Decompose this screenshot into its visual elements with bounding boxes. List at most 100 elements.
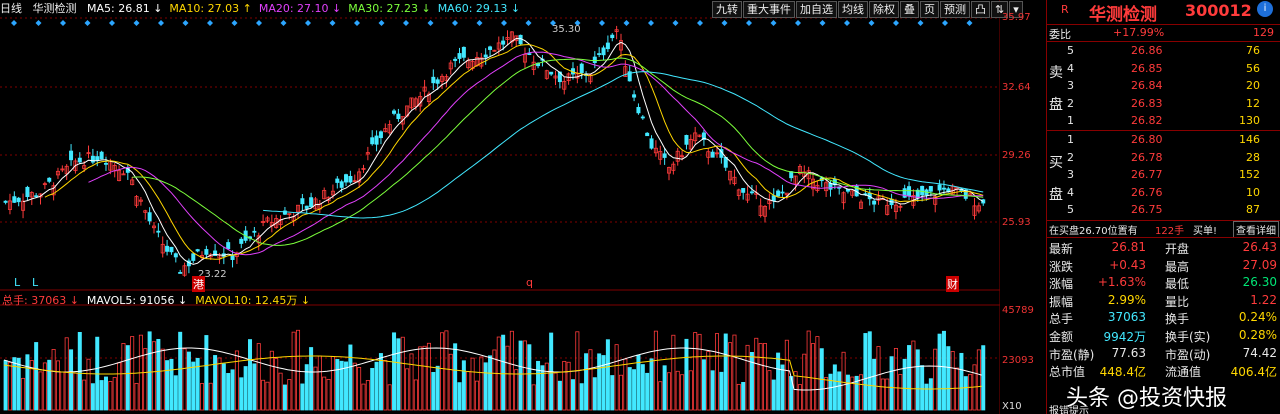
event-marker-icon [354,20,360,26]
volume-bar [313,366,318,411]
ma-legend-item: MA10: 27.03 ↑ [169,2,252,15]
toolbar-button[interactable]: 重大事件 [743,1,795,18]
event-marker-icon [35,20,42,26]
order-volume: 28 [1246,150,1260,164]
volume-header: 总手: 37063 ↓ MAVOL5: 91056 ↓ MAVOL10: 12.45… [2,292,318,308]
ma-legend: MA5: 26.81 ↓ MA10: 27.03 ↑ MA20: 27.10 ↓ MA… [87,0,527,18]
position-action: 买单! [1193,226,1218,237]
stat-value: 448.4亿 [1099,365,1146,380]
volume-bar [125,345,130,411]
order-price[interactable]: 26.80 [1131,133,1163,146]
candle-body [103,162,108,165]
candle-body [941,187,946,190]
toolbar-button[interactable]: 页 [920,1,939,18]
volume-bar [592,377,597,411]
volume-bar [828,373,833,411]
volume-bar [199,383,204,411]
volume-bar [483,362,488,411]
event-marker-icon [721,20,728,26]
order-price[interactable]: 26.85 [1131,62,1163,75]
price-axis-label: 32.64 [1002,82,1031,93]
event-marker-icon [427,20,434,26]
volume-bar [204,335,209,411]
volume-bar [69,349,74,411]
toolbar-button[interactable]: 均线 [838,1,868,18]
marker-q[interactable]: q [526,276,533,289]
volume-bar [623,358,628,411]
r-flag: R [1061,3,1069,16]
volume-bar [344,361,349,411]
volume-bar [776,352,781,411]
volume-bar [300,383,305,411]
order-price[interactable]: 26.77 [1131,168,1163,181]
volume-axis-label: 23093 [1002,355,1034,366]
period-label[interactable]: 日线 [0,0,22,18]
event-marker-icon [133,20,140,26]
volume-bar [470,357,475,411]
candle-body [457,53,462,59]
volume-bar [536,360,541,411]
volume-bar [239,377,244,411]
marker-cai[interactable]: 财 [946,276,959,292]
volume-bar [837,371,842,411]
volume-bar [723,333,728,411]
volume-bar [90,383,95,411]
event-marker-icon [819,20,826,26]
volume-bar [915,349,920,411]
volume-bar [296,329,301,411]
volume-bar [728,342,733,411]
candle-body [640,116,645,119]
volume-bar [317,355,322,411]
volume-bar [269,350,274,411]
volume-bar [173,375,178,411]
order-price[interactable]: 26.78 [1131,151,1163,164]
candle-body [610,34,615,39]
event-marker-icon [770,20,777,26]
volume-bar [12,357,17,411]
order-price[interactable]: 26.84 [1131,79,1163,92]
marker-gang[interactable]: 港 [192,276,205,292]
toolbar-button[interactable]: 预测 [940,1,970,18]
toolbar-button[interactable]: 加自选 [796,1,837,18]
marker-l[interactable]: L [14,276,20,289]
order-price[interactable]: 26.86 [1131,44,1163,57]
order-level: 2 [1067,150,1074,164]
volume-bar [186,351,191,411]
detail-link[interactable]: 查看详细 [1233,221,1279,238]
stat-value: 2.99% [1107,292,1146,307]
candle-body [649,138,654,149]
toolbar-button[interactable]: 九转 [712,1,742,18]
buy-label-1: 买 [1049,155,1063,171]
volume-bar [632,369,637,411]
volume-bar [326,378,331,411]
order-price[interactable]: 26.83 [1131,97,1163,110]
candle-body [370,137,375,145]
volume-bar [518,340,523,411]
toolbar-button[interactable]: 凸 [971,1,990,18]
volume-bar [618,374,623,411]
info-icon[interactable]: i [1257,1,1273,17]
toolbar-button[interactable]: 叠 [900,1,919,18]
candle-body [710,151,715,158]
buy-label-2: 盘 [1049,187,1063,203]
weibi-diff: 129 [1253,26,1274,39]
volume-bar [902,358,907,411]
order-price[interactable]: 26.82 [1131,114,1163,127]
toolbar-button[interactable]: 除权 [869,1,899,18]
volume-bar [103,376,108,411]
marker-l[interactable]: L [32,276,38,289]
order-price[interactable]: 26.76 [1131,186,1163,199]
volume-bar [841,351,846,411]
event-marker-icon [917,20,924,26]
volume-bar [802,353,807,411]
volume-legend-item: 总手: 37063 ↓ [2,294,79,307]
candle-body [549,71,554,75]
kline-chart[interactable] [0,0,1000,414]
stat-value: 37063 [1107,310,1146,325]
candle-body [501,40,506,45]
event-marker-icon [231,20,238,26]
volume-bar [710,370,715,411]
candle-body [907,186,912,197]
volume-bar [653,330,658,411]
order-price[interactable]: 26.75 [1131,203,1163,216]
